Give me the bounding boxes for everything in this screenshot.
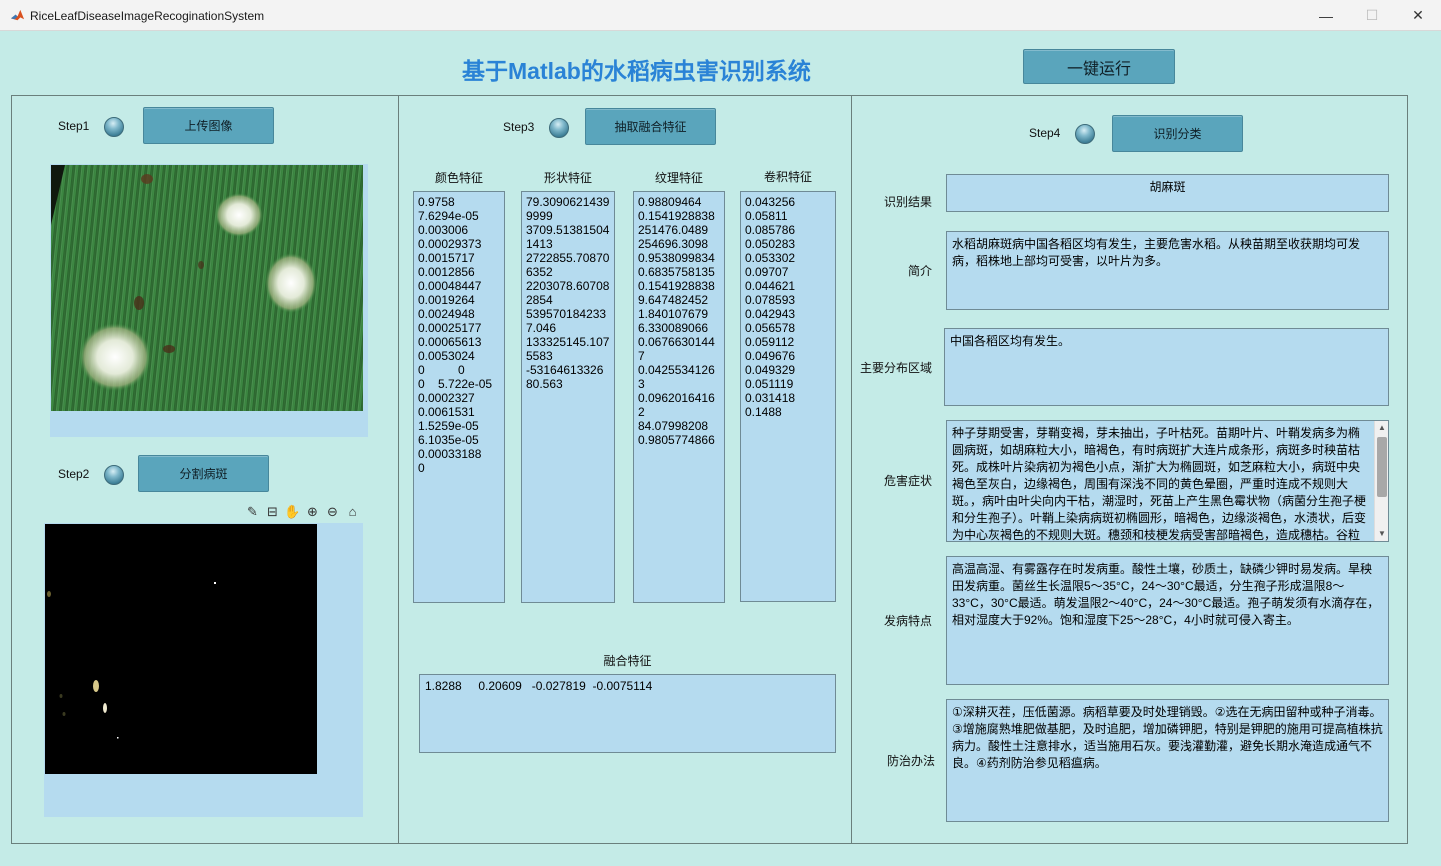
axes-toolbar: ✎ ⊟ ✋ ⊕ ⊖ ⌂: [244, 503, 361, 520]
zoom-out-icon[interactable]: ⊖: [324, 503, 341, 520]
conv-feature-label: 卷积特征: [763, 170, 812, 184]
matlab-logo-icon: [10, 9, 25, 21]
window-title: RiceLeafDiseaseImageRecoginationSystem: [30, 9, 265, 23]
shape-feature-label: 形状特征: [543, 171, 592, 185]
fused-feature-list[interactable]: 1.8288 0.20609 -0.027819 -0.0075114: [419, 674, 836, 753]
step3-lamp: [549, 118, 569, 138]
data-tip-icon[interactable]: ⊟: [264, 503, 281, 520]
pan-icon[interactable]: ✋: [284, 503, 301, 520]
intro-label: 简介: [907, 264, 932, 278]
texture-feature-label: 纹理特征: [654, 171, 703, 185]
segmented-lesion-image: [45, 524, 317, 774]
extract-features-button[interactable]: 抽取融合特征: [585, 108, 716, 145]
fused-feature-label: 融合特征: [603, 654, 652, 668]
page-title: 基于Matlab的水稻病虫害识别系统: [462, 58, 811, 84]
result-label: 识别结果: [883, 195, 932, 209]
conditions-label: 发病特点: [883, 614, 932, 628]
run-all-button[interactable]: 一键运行: [1023, 49, 1175, 84]
color-feature-label: 颜色特征: [434, 171, 483, 185]
step1-label: Step1: [58, 119, 90, 133]
conditions-field[interactable]: 高温高湿、有雾露存在时发病重。酸性土壤，砂质土，缺磷少钾时易发病。旱秧田发病重。…: [946, 556, 1389, 685]
conv-feature-list[interactable]: 0.043256 0.05811 0.085786 0.050283 0.053…: [740, 191, 836, 602]
intro-field[interactable]: 水稻胡麻斑病中国各稻区均有发生，主要危害水稻。从秧苗期至收获期均可发病，稻株地上…: [946, 231, 1389, 310]
distribution-field[interactable]: 中国各稻区均有发生。: [944, 328, 1389, 406]
step4-lamp: [1075, 124, 1095, 144]
rice-leaf-image: [51, 165, 363, 411]
maximize-button[interactable]: ☐: [1349, 0, 1395, 31]
scroll-thumb[interactable]: [1377, 437, 1387, 497]
step2-lamp: [104, 465, 124, 485]
brush-icon[interactable]: ✎: [244, 503, 261, 520]
classify-button[interactable]: 识别分类: [1112, 115, 1243, 152]
upload-image-button[interactable]: 上传图像: [143, 107, 274, 144]
step1-lamp: [104, 117, 124, 137]
step3-label: Step3: [503, 120, 535, 134]
prevention-label: 防治办法: [886, 754, 935, 768]
minimize-button[interactable]: —: [1303, 0, 1349, 31]
home-icon[interactable]: ⌂: [344, 503, 361, 520]
symptoms-text: 种子芽期受害，芽鞘变褐，芽未抽出，子叶枯死。苗期叶片、叶鞘发病多为椭圆病斑，如胡…: [952, 426, 1367, 542]
scroll-down-icon[interactable]: ▼: [1375, 527, 1388, 541]
symptoms-label: 危害症状: [883, 474, 932, 488]
step4-label: Step4: [1029, 126, 1061, 140]
symptoms-field[interactable]: 种子芽期受害，芽鞘变褐，芽未抽出，子叶枯死。苗期叶片、叶鞘发病多为椭圆病斑，如胡…: [946, 420, 1389, 542]
step2-label: Step2: [58, 467, 90, 481]
window-titlebar[interactable]: RiceLeafDiseaseImageRecoginationSystem —…: [0, 0, 1441, 31]
scroll-up-icon[interactable]: ▲: [1375, 421, 1388, 435]
result-field[interactable]: 胡麻斑: [946, 174, 1389, 212]
prevention-field[interactable]: ①深耕灭茬，压低菌源。病稻草要及时处理销毁。②选在无病田留种或种子消毒。③增施腐…: [946, 699, 1389, 822]
close-button[interactable]: ✕: [1395, 0, 1441, 31]
texture-feature-list[interactable]: 0.98809464 0.1541928838 251476.0489 2546…: [633, 191, 725, 603]
color-feature-list[interactable]: 0.9758 7.6294e-05 0.003006 0.00029373 0.…: [413, 191, 505, 603]
symptoms-scrollbar[interactable]: ▲ ▼: [1374, 421, 1388, 541]
distribution-label: 主要分布区域: [859, 361, 932, 375]
zoom-in-icon[interactable]: ⊕: [304, 503, 321, 520]
shape-feature-list[interactable]: 79.3090621439 9999 3709.51381504 1413 27…: [521, 191, 615, 603]
segment-lesion-button[interactable]: 分割病斑: [138, 455, 269, 492]
